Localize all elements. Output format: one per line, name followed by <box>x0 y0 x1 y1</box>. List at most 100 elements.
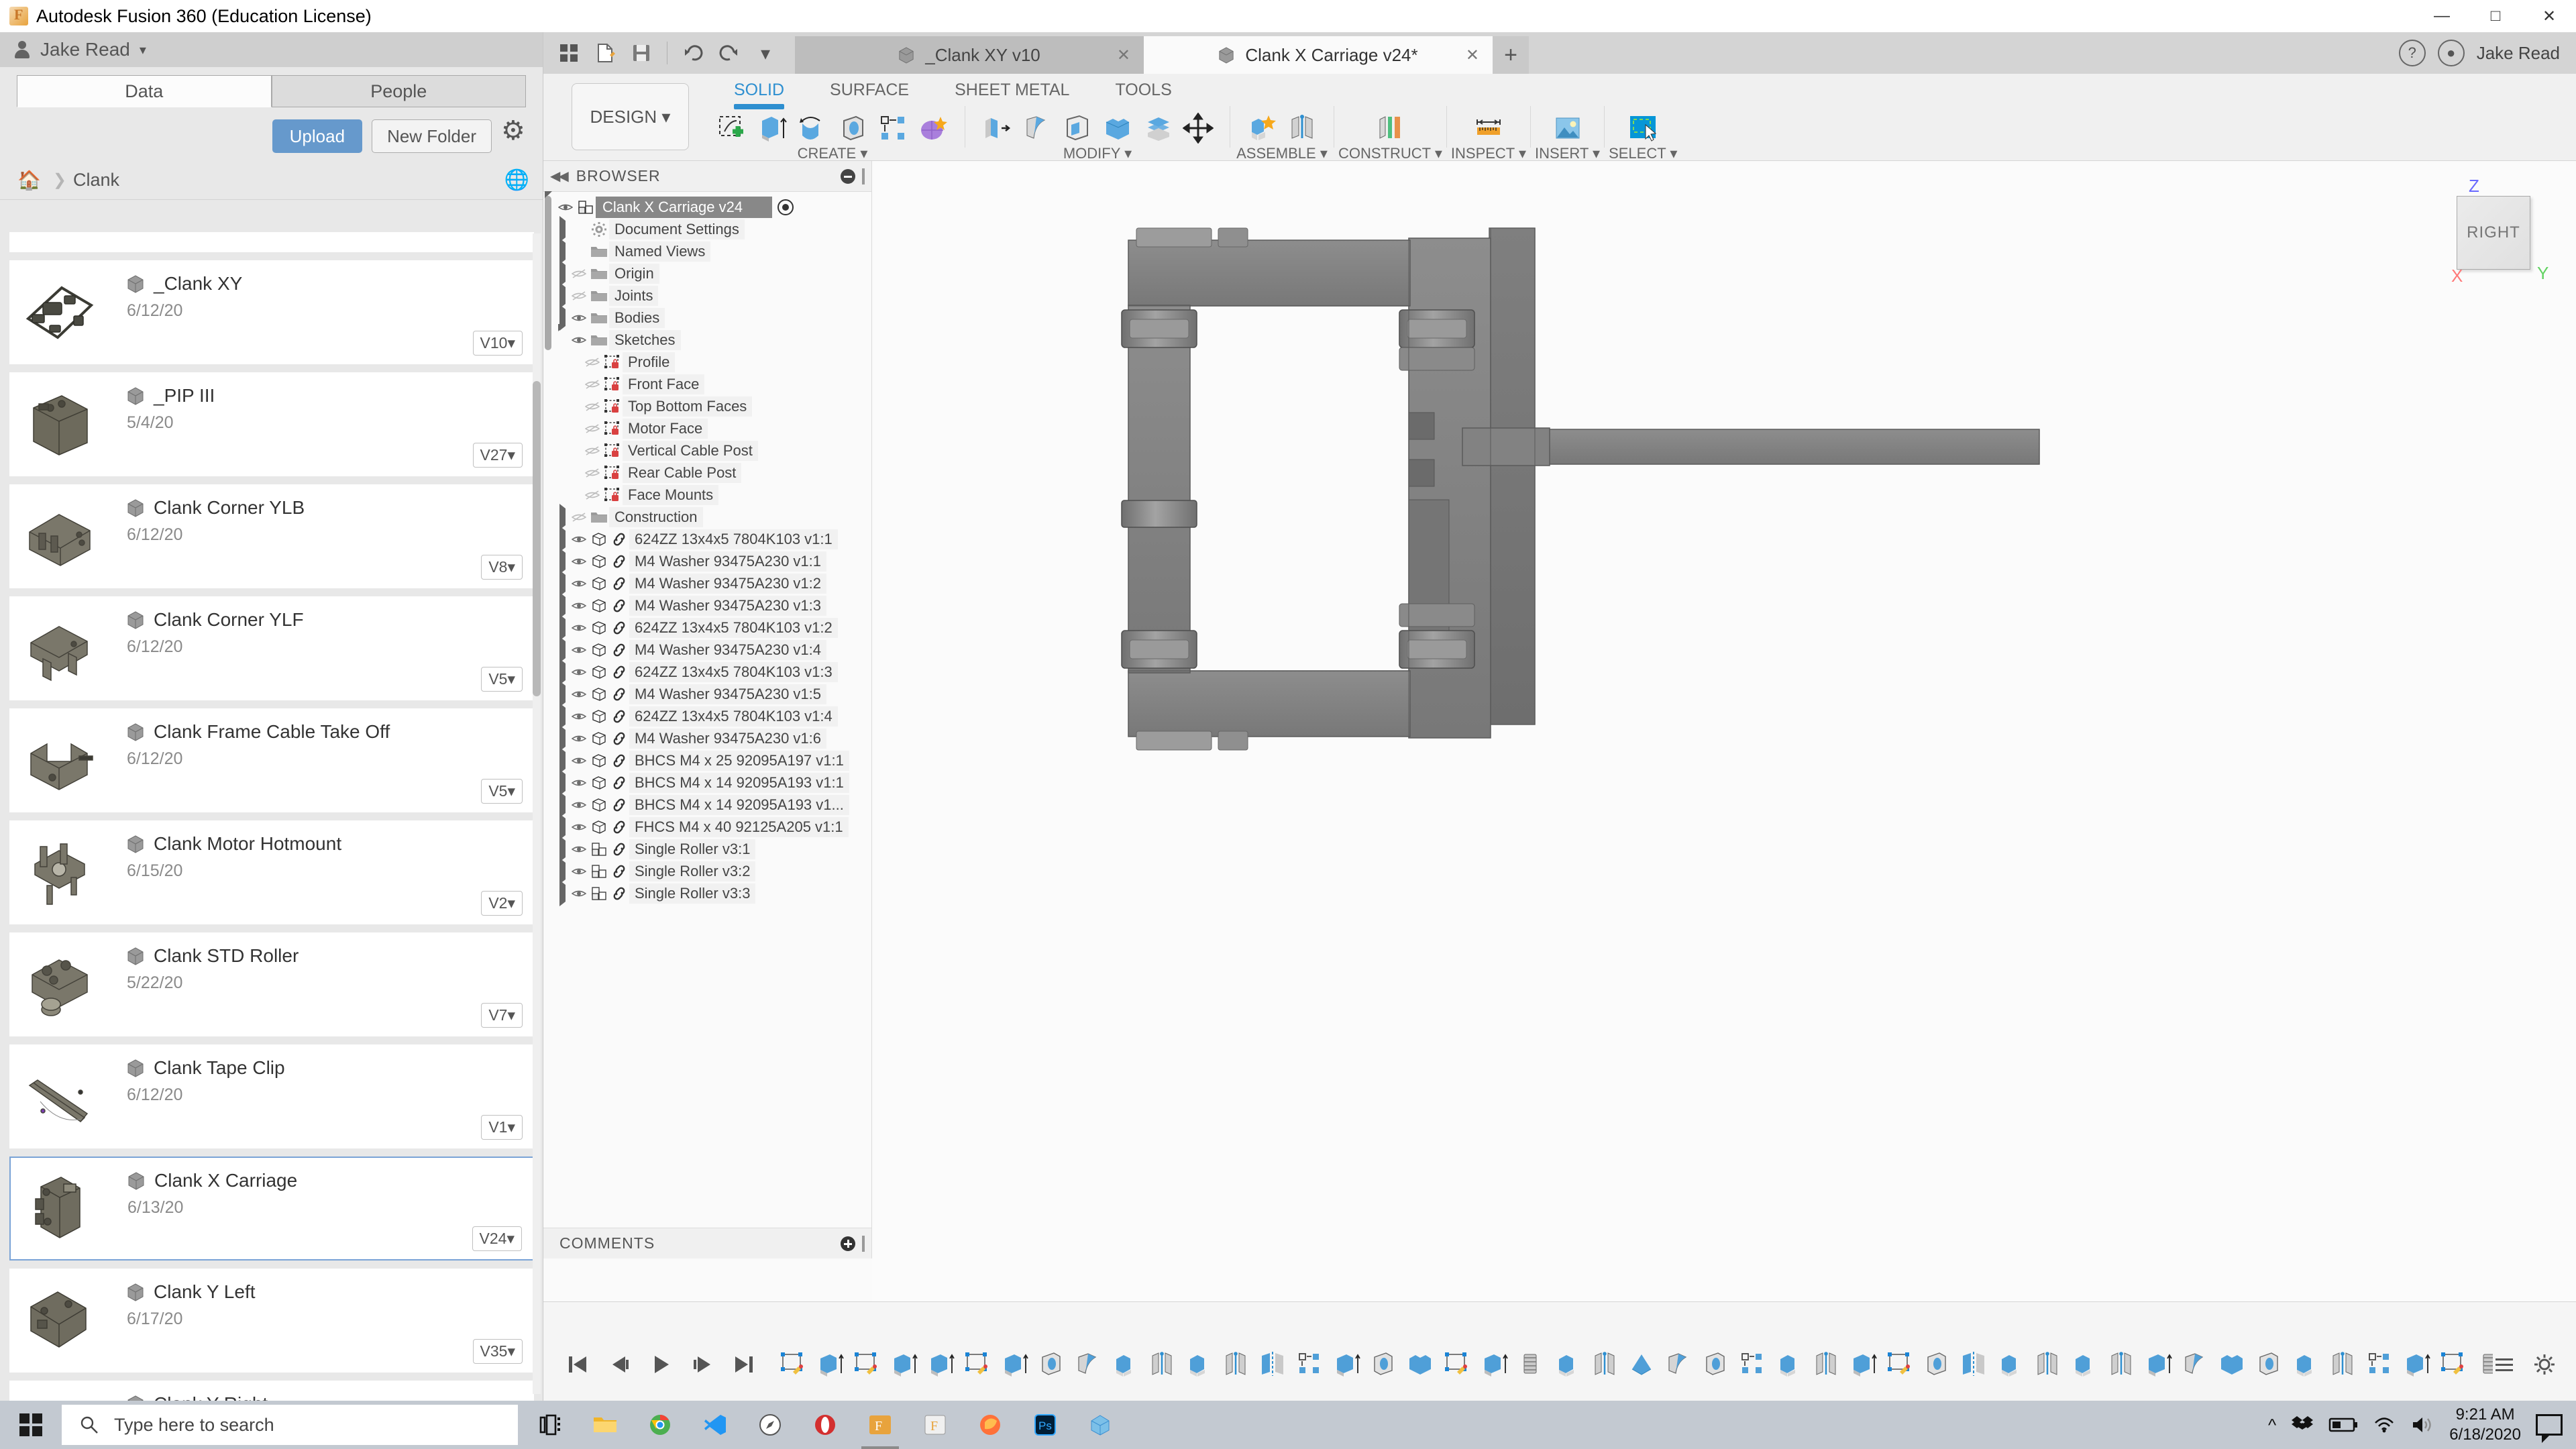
expand-toggle[interactable] <box>557 857 569 884</box>
visibility-icon[interactable] <box>569 734 589 743</box>
list-item[interactable]: Clank Y Right 6/17/20 <box>9 1381 534 1401</box>
collapse-icon[interactable]: ◀◀ <box>550 168 569 184</box>
expand-toggle[interactable] <box>557 879 569 906</box>
battery-icon[interactable] <box>2328 1416 2358 1434</box>
extrude-icon[interactable] <box>755 110 789 144</box>
new-folder-button[interactable]: New Folder <box>372 119 492 153</box>
visibility-icon[interactable] <box>569 845 589 854</box>
visibility-icon[interactable] <box>569 601 589 610</box>
go-to-beginning-icon[interactable] <box>566 1353 589 1376</box>
workspace-switcher-button[interactable]: DESIGN ▾ <box>572 83 689 150</box>
home-icon[interactable]: 🏠 <box>17 169 41 191</box>
version-badge[interactable]: V35▾ <box>472 1339 523 1364</box>
visibility-icon[interactable] <box>569 867 589 876</box>
tree-node[interactable]: 624ZZ 13x4x5 7804K103 v1:1 <box>543 525 871 552</box>
expand-toggle[interactable] <box>557 614 569 641</box>
tree-node[interactable]: BHCS M4 x 14 92095A193 v1... <box>543 791 871 818</box>
list-item[interactable]: _Clank XY 6/12/20 V10▾ <box>9 260 534 364</box>
tab-people[interactable]: People <box>271 75 526 107</box>
gear-icon[interactable] <box>501 115 525 148</box>
tree-node[interactable]: Single Roller v3:3 <box>543 879 871 906</box>
timeline-feature[interactable] <box>778 1349 809 1380</box>
step-forward-icon[interactable] <box>691 1353 714 1376</box>
user-account-row[interactable]: Jake Read ▾ <box>0 32 543 67</box>
resize-grip-icon[interactable] <box>862 168 865 184</box>
tree-node[interactable]: Construction <box>543 503 871 530</box>
visibility-icon[interactable] <box>569 335 589 345</box>
tree-node[interactable]: M4 Washer 93475A230 v1:2 <box>543 570 871 596</box>
list-item[interactable]: _PIP III 5/4/20 V27▾ <box>9 372 534 476</box>
expand-toggle[interactable] <box>557 658 569 685</box>
tree-node[interactable]: Document Settings <box>543 215 871 242</box>
add-comment-icon[interactable] <box>841 1236 855 1251</box>
volume-icon[interactable] <box>2410 1415 2434 1435</box>
timeline-feature[interactable] <box>815 1349 846 1380</box>
tree-node[interactable]: M4 Washer 93475A230 v1:4 <box>543 636 871 663</box>
tree-root-node[interactable]: Clank X Carriage v24 <box>543 191 871 218</box>
3d-viewport[interactable]: RIGHT Z X Y <box>872 161 2576 1301</box>
revolve-icon[interactable] <box>796 110 829 144</box>
timeline-feature[interactable] <box>2254 1349 2285 1380</box>
expand-toggle[interactable] <box>557 636 569 663</box>
file-explorer-icon[interactable] <box>580 1401 631 1449</box>
file-list[interactable]: _Clank XY 6/12/20 V10▾ _PIP III 5/4/20 V… <box>0 232 543 1401</box>
timeline-feature[interactable] <box>926 1349 957 1380</box>
timeline-feature[interactable] <box>1442 1349 1473 1380</box>
version-badge[interactable]: V1▾ <box>481 1115 523 1140</box>
timeline-feature[interactable] <box>1479 1349 1510 1380</box>
timeline-feature[interactable] <box>2475 1349 2493 1380</box>
version-badge[interactable]: V2▾ <box>481 891 523 916</box>
offset-plane-icon[interactable] <box>1373 110 1407 144</box>
expand-toggle[interactable] <box>557 592 569 619</box>
visibility-icon[interactable] <box>582 468 602 478</box>
timeline-feature[interactable] <box>2180 1349 2211 1380</box>
help-icon[interactable]: ? <box>2398 40 2426 66</box>
expand-toggle[interactable] <box>557 702 569 729</box>
tree-node[interactable]: Vertical Cable Post <box>543 439 871 462</box>
group-label-select[interactable]: SELECT ▾ <box>1609 145 1677 162</box>
shell-icon[interactable] <box>1061 110 1094 144</box>
chrome-icon[interactable] <box>635 1401 686 1449</box>
dropbox-icon[interactable] <box>2291 1415 2314 1435</box>
tree-node[interactable]: M4 Washer 93475A230 v1:1 <box>543 547 871 574</box>
minimize-button[interactable]: — <box>2415 0 2469 32</box>
timeline-feature[interactable] <box>1221 1349 1252 1380</box>
expand-toggle[interactable] <box>557 282 569 309</box>
move-copy-icon[interactable] <box>1181 110 1215 144</box>
paint3d-icon[interactable] <box>1075 1401 1126 1449</box>
timeline-feature[interactable] <box>1627 1349 1658 1380</box>
timeline-feature[interactable] <box>1848 1349 1879 1380</box>
timeline-feature[interactable] <box>963 1349 994 1380</box>
timeline-feature[interactable] <box>2070 1349 2100 1380</box>
expand-toggle[interactable] <box>557 724 569 751</box>
timeline-feature[interactable] <box>1368 1349 1399 1380</box>
vscode-icon[interactable] <box>690 1401 741 1449</box>
visibility-icon[interactable] <box>569 623 589 633</box>
timeline-feature[interactable] <box>1258 1349 1289 1380</box>
expand-toggle[interactable] <box>557 813 569 840</box>
browser-tree[interactable]: Clank X Carriage v24 Document Settings Na… <box>543 191 871 906</box>
visibility-icon[interactable] <box>569 800 589 810</box>
offset-face-icon[interactable] <box>1141 110 1175 144</box>
globe-icon[interactable]: 🌐 <box>504 168 529 192</box>
tree-node[interactable]: Single Roller v3:2 <box>543 857 871 884</box>
firefox-icon[interactable] <box>965 1401 1016 1449</box>
timeline-feature[interactable] <box>1737 1349 1768 1380</box>
tab-tools[interactable]: TOOLS <box>1092 78 1194 100</box>
visibility-icon[interactable] <box>569 889 589 898</box>
timeline-feature[interactable] <box>2106 1349 2137 1380</box>
expand-toggle[interactable] <box>557 503 569 530</box>
start-button[interactable] <box>0 1401 62 1449</box>
tree-node[interactable]: FHCS M4 x 40 92125A205 v1:1 <box>543 813 871 840</box>
version-badge[interactable]: V27▾ <box>472 443 523 468</box>
timeline-feature[interactable] <box>2365 1349 2396 1380</box>
timeline-feature[interactable] <box>1073 1349 1104 1380</box>
hole-icon[interactable] <box>836 110 869 144</box>
expand-toggle[interactable] <box>557 791 569 818</box>
list-item[interactable]: Clank STD Roller 5/22/20 V7▾ <box>9 932 534 1036</box>
document-tab-clank-x-carriage[interactable]: Clank X Carriage v24* ✕ <box>1144 36 1493 74</box>
visibility-icon[interactable] <box>569 712 589 721</box>
tree-node[interactable]: Joints <box>543 282 871 309</box>
timeline-feature[interactable] <box>2291 1349 2322 1380</box>
timeline-feature[interactable] <box>1110 1349 1141 1380</box>
